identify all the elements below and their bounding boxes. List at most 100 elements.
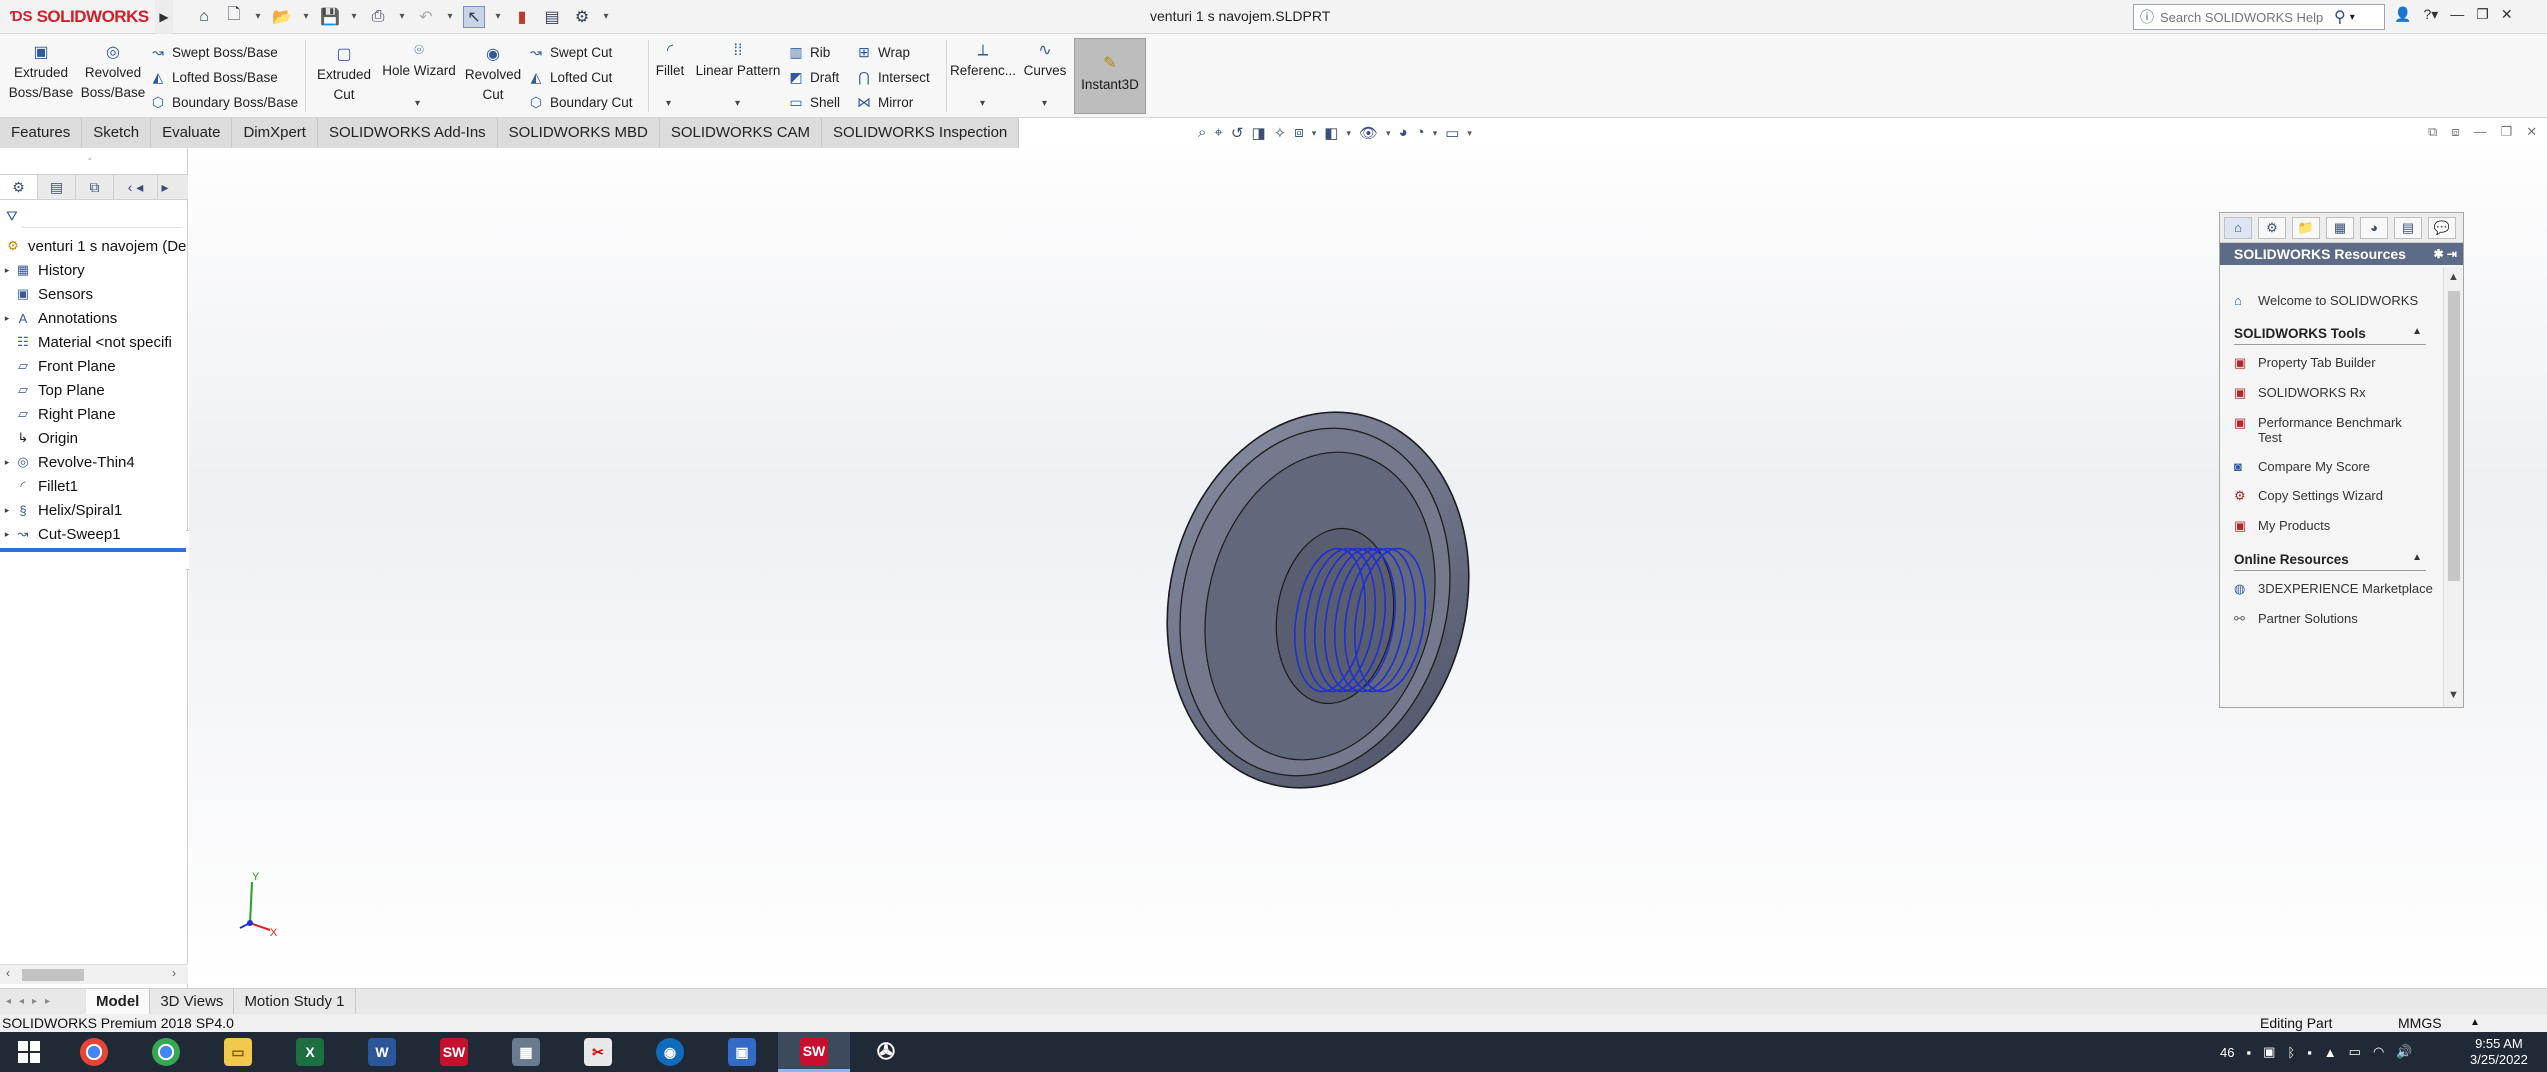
view-settings-icon[interactable]: ▭: [1445, 124, 1459, 142]
network-icon[interactable]: ▣: [706, 1032, 778, 1072]
scroll-down-icon[interactable]: ▼: [2448, 689, 2459, 701]
display-style-icon[interactable]: ◧: [1324, 124, 1338, 142]
tree-item-cut-sweep1[interactable]: ▸ ↝ Cut-Sweep1: [0, 522, 188, 546]
hide-show-items-icon[interactable]: 👁: [1359, 124, 1378, 142]
chrome-icon[interactable]: [58, 1032, 130, 1072]
tree-horizontal-scrollbar[interactable]: ‹ ›: [0, 964, 188, 984]
tab-addins[interactable]: SOLIDWORKS Add-Ins: [317, 118, 498, 148]
new-document-icon[interactable]: 🗋: [223, 3, 245, 30]
fillet-dropdown-icon[interactable]: ▾: [666, 98, 671, 109]
tree-item-front-plane[interactable]: ▱ Front Plane: [0, 354, 188, 378]
view-orientation-icon[interactable]: ⧈: [1294, 124, 1304, 142]
fillet-button[interactable]: ◜ Fillet: [652, 42, 688, 81]
rollback-bar[interactable]: [0, 548, 186, 552]
scroll-up-icon[interactable]: ▲: [2448, 271, 2459, 283]
bluetooth-icon[interactable]: ᛒ: [2287, 1045, 2295, 1060]
zoom-to-area-icon[interactable]: ⌖: [1214, 124, 1222, 142]
tab-scroll-arrows-icon[interactable]: ◂◂▸▸: [0, 996, 86, 1007]
appearances-icon[interactable]: ◕: [2360, 217, 2388, 239]
expand-icon[interactable]: ▸: [0, 505, 14, 516]
tab-cam[interactable]: SOLIDWORKS CAM: [659, 118, 823, 148]
lofted-boss-button[interactable]: ◭ Lofted Boss/Base: [150, 65, 278, 89]
restore-icon[interactable]: ❐: [2476, 6, 2489, 23]
linear-pattern-button[interactable]: ⁞⁞ Linear Pattern: [692, 42, 784, 81]
intersect-button[interactable]: ⋂ Intersect: [856, 65, 930, 89]
tray-count[interactable]: 46: [2220, 1045, 2234, 1060]
tab-motion-study[interactable]: Motion Study 1: [234, 988, 356, 1015]
online-section-header[interactable]: Online Resources ▲: [2234, 552, 2426, 571]
expand-icon[interactable]: ▸: [0, 529, 14, 540]
feature-tree-tab-icon[interactable]: ⚙: [0, 175, 38, 199]
tree-item-sensors[interactable]: ▣ Sensors: [0, 282, 188, 306]
display-icon[interactable]: ▭: [2349, 1044, 2361, 1060]
expand-icon[interactable]: ▸: [0, 265, 14, 276]
expand-icon[interactable]: ▸: [0, 457, 14, 468]
zoom-to-fit-icon[interactable]: ⌕: [1198, 124, 1206, 142]
tree-item-annotations[interactable]: ▸ A Annotations: [0, 306, 188, 330]
boundary-boss-button[interactable]: ⬡ Boundary Boss/Base: [150, 90, 298, 114]
file-explorer-icon[interactable]: ▭: [202, 1032, 274, 1072]
tab-dimxpert[interactable]: DimXpert: [232, 118, 318, 148]
my-products-link[interactable]: ▣ My Products: [2234, 518, 2442, 534]
hide-show-dropdown-icon[interactable]: ▾: [1386, 128, 1391, 139]
minimize-icon[interactable]: —: [2450, 6, 2464, 23]
dynamic-annotation-icon[interactable]: ✧: [1274, 124, 1287, 142]
reference-dropdown-icon[interactable]: ▾: [980, 98, 985, 109]
design-library-icon[interactable]: ⚙: [2258, 217, 2286, 239]
tab-mbd[interactable]: SOLIDWORKS MBD: [497, 118, 660, 148]
select-dropdown-icon[interactable]: ▾: [493, 11, 503, 22]
partner-solutions-link[interactable]: ⚯ Partner Solutions: [2234, 611, 2442, 627]
forum-icon[interactable]: 💬: [2428, 217, 2456, 239]
close-icon[interactable]: ✕: [2501, 6, 2513, 23]
extruded-cut-button[interactable]: ▢ Extruded Cut: [312, 46, 376, 105]
previous-view-icon[interactable]: ↺: [1231, 124, 1244, 142]
revolved-cut-button[interactable]: ◉ Revolved Cut: [462, 46, 524, 105]
viewport-split-icon[interactable]: ⧈: [2451, 124, 2459, 140]
tab-sketch[interactable]: Sketch: [82, 118, 152, 148]
viewport-restore-icon[interactable]: ❐: [2501, 124, 2513, 140]
shell-button[interactable]: ▭ Shell: [788, 90, 840, 114]
boundary-cut-button[interactable]: ⬡ Boundary Cut: [528, 90, 633, 114]
tree-root-part[interactable]: ⚙ venturi 1 s navojem (De: [0, 234, 188, 258]
user-icon[interactable]: 👤: [2394, 6, 2411, 23]
hole-wizard-dropdown-icon[interactable]: ▾: [415, 98, 420, 109]
view-palette-icon[interactable]: ▦: [2326, 217, 2354, 239]
apply-scene-icon[interactable]: ◔: [1416, 124, 1425, 142]
compare-score-link[interactable]: ◙ Compare My Score: [2234, 459, 2442, 474]
extruded-boss-button[interactable]: ▣ Extruded Boss/Base: [8, 44, 74, 103]
tray-nvidia-icon[interactable]: ▪: [2307, 1045, 2312, 1060]
performance-benchmark-link[interactable]: ▣ Performance Benchmark Test: [2234, 415, 2442, 445]
tree-item-fillet1[interactable]: ◜ Fillet1: [0, 474, 188, 498]
fan-app-icon[interactable]: ✇: [850, 1032, 922, 1072]
collapse-icon[interactable]: ▲: [2412, 552, 2422, 563]
property-tab-builder-link[interactable]: ▣ Property Tab Builder: [2234, 355, 2442, 371]
help-icon[interactable]: ?▾: [2423, 6, 2438, 23]
draft-button[interactable]: ◩ Draft: [788, 65, 839, 89]
tray-dropbox-icon[interactable]: ▣: [2263, 1044, 2275, 1060]
home-icon[interactable]: ⌂: [2224, 217, 2252, 239]
undo-icon[interactable]: ↶: [415, 7, 437, 27]
custom-properties-icon[interactable]: ▤: [2394, 217, 2422, 239]
tree-item-top-plane[interactable]: ▱ Top Plane: [0, 378, 188, 402]
tab-features[interactable]: Features: [0, 118, 83, 148]
venturi-part-model[interactable]: [1160, 400, 1490, 800]
tray-app-icon[interactable]: ▪: [2246, 1045, 2251, 1060]
scrollbar-thumb[interactable]: [22, 969, 84, 981]
tree-item-revolve-thin4[interactable]: ▸ ◎ Revolve-Thin4: [0, 450, 188, 474]
panel-collapse-icon[interactable]: ◦: [88, 154, 92, 165]
scene-dropdown-icon[interactable]: ▾: [1433, 128, 1438, 139]
revolved-boss-button[interactable]: ◎ Revolved Boss/Base: [78, 44, 148, 103]
task-pane-scrollbar[interactable]: ▲ ▼: [2443, 267, 2463, 707]
scrollbar-thumb[interactable]: [2448, 291, 2460, 581]
new-dropdown-icon[interactable]: ▾: [253, 11, 263, 22]
viewport-minimize-icon[interactable]: —: [2474, 124, 2487, 140]
units-dropdown-icon[interactable]: ▲: [2470, 1014, 2480, 1032]
property-manager-tab-icon[interactable]: ▤: [38, 175, 76, 199]
pin-icon[interactable]: ✱ ⇥: [2434, 243, 2457, 265]
tab-3d-views[interactable]: 3D Views: [150, 988, 235, 1015]
scroll-right-icon[interactable]: ›: [172, 966, 176, 980]
viewport-close-icon[interactable]: ✕: [2526, 124, 2537, 140]
mirror-button[interactable]: ⋈ Mirror: [856, 90, 913, 114]
solidworks-active-icon[interactable]: SW: [778, 1032, 850, 1072]
lofted-cut-button[interactable]: ◭ Lofted Cut: [528, 65, 613, 89]
